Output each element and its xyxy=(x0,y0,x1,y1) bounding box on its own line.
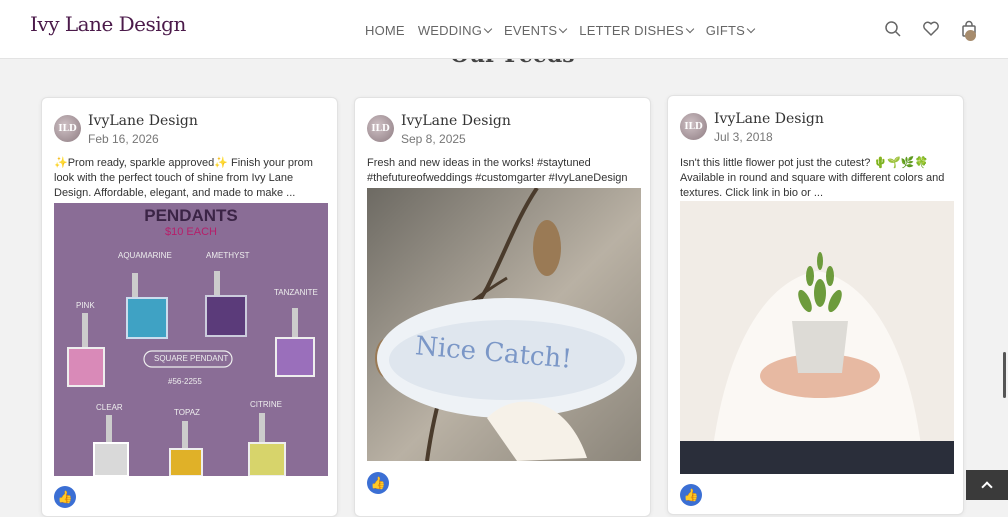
post-author[interactable]: IvyLane Design xyxy=(401,113,511,129)
nav-wedding-label: WEDDING xyxy=(417,23,483,38)
label-pink: PINK xyxy=(76,301,95,310)
like-button[interactable]: 👍 xyxy=(54,486,76,508)
nav-gifts-label: GIFTS xyxy=(705,23,746,38)
site-logo[interactable]: Ivy Lane Design xyxy=(30,12,186,36)
chevron-down-icon xyxy=(483,24,493,34)
thumbs-up-icon: 👍 xyxy=(57,490,73,504)
post-image-pendants[interactable]: PENDANTS $10 EACH AQUAMARINE AMETHYST PI… xyxy=(54,203,328,476)
chevron-up-icon xyxy=(981,481,993,493)
thumbs-up-icon: 👍 xyxy=(370,476,386,490)
header-icons xyxy=(884,20,978,38)
post-image-flower-pot[interactable] xyxy=(680,201,954,474)
post-image-garter[interactable]: Nice Catch! xyxy=(367,188,641,461)
avatar: ILD xyxy=(680,113,707,140)
nav-gifts[interactable]: GIFTS xyxy=(705,23,756,38)
cart-count-badge xyxy=(965,30,976,41)
post-caption: Isn't this little flower pot just the cu… xyxy=(680,157,945,199)
label-tanzanite: TANZANITE xyxy=(274,288,318,297)
main-nav: HOME WEDDING EVENTS LETTER DISHES GIFTS xyxy=(365,23,767,38)
chevron-down-icon xyxy=(559,24,568,34)
nav-wedding[interactable]: WEDDING xyxy=(417,23,493,38)
post-author[interactable]: IvyLane Design xyxy=(714,111,824,127)
nav-letter-dishes[interactable]: LETTER DISHES xyxy=(579,23,694,38)
post-date: Jul 3, 2018 xyxy=(714,130,773,144)
nav-letter-dishes-label: LETTER DISHES xyxy=(579,23,684,38)
nav-home[interactable]: HOME xyxy=(365,23,405,38)
pendant-title: PENDANTS xyxy=(144,206,238,225)
feed-card[interactable]: ILD IvyLane Design Sep 8, 2025 Fresh and… xyxy=(354,97,651,517)
feed-card[interactable]: ILD IvyLane Design Jul 3, 2018 Isn't thi… xyxy=(667,95,964,515)
heart-icon[interactable] xyxy=(922,20,940,38)
page-scrollbar[interactable] xyxy=(1003,352,1006,398)
chevron-down-icon xyxy=(685,24,694,34)
search-icon[interactable] xyxy=(884,20,902,38)
avatar: ILD xyxy=(54,115,81,142)
label-aquamarine: AQUAMARINE xyxy=(118,251,172,260)
nav-events-label: EVENTS xyxy=(504,23,558,38)
avatar: ILD xyxy=(367,115,394,142)
site-header: Ivy Lane Design HOME WEDDING EVENTS LETT… xyxy=(0,0,1008,59)
nav-home-label: HOME xyxy=(365,23,405,38)
pendant-price: $10 EACH xyxy=(165,226,217,238)
label-sku: #56-2255 xyxy=(168,377,202,386)
post-author[interactable]: IvyLane Design xyxy=(88,113,198,129)
label-clear: CLEAR xyxy=(96,403,123,412)
label-citrine: CITRINE xyxy=(250,400,282,409)
post-caption: Fresh and new ideas in the works! #stayt… xyxy=(367,157,628,184)
post-date: Feb 16, 2026 xyxy=(88,132,159,146)
post-date: Sep 8, 2025 xyxy=(401,132,466,146)
label-amethyst: AMETHYST xyxy=(206,251,250,260)
label-square-pendant: SQUARE PENDANT xyxy=(154,354,229,363)
label-topaz: TOPAZ xyxy=(174,408,200,417)
feed-card[interactable]: ILD IvyLane Design Feb 16, 2026 ✨Prom re… xyxy=(41,97,338,517)
nav-events[interactable]: EVENTS xyxy=(504,23,568,38)
like-button[interactable]: 👍 xyxy=(680,484,702,506)
chevron-down-icon xyxy=(746,24,756,34)
like-button[interactable]: 👍 xyxy=(367,472,389,494)
post-caption: ✨Prom ready, sparkle approved✨ Finish yo… xyxy=(54,157,313,199)
back-to-top-button[interactable] xyxy=(966,470,1008,500)
